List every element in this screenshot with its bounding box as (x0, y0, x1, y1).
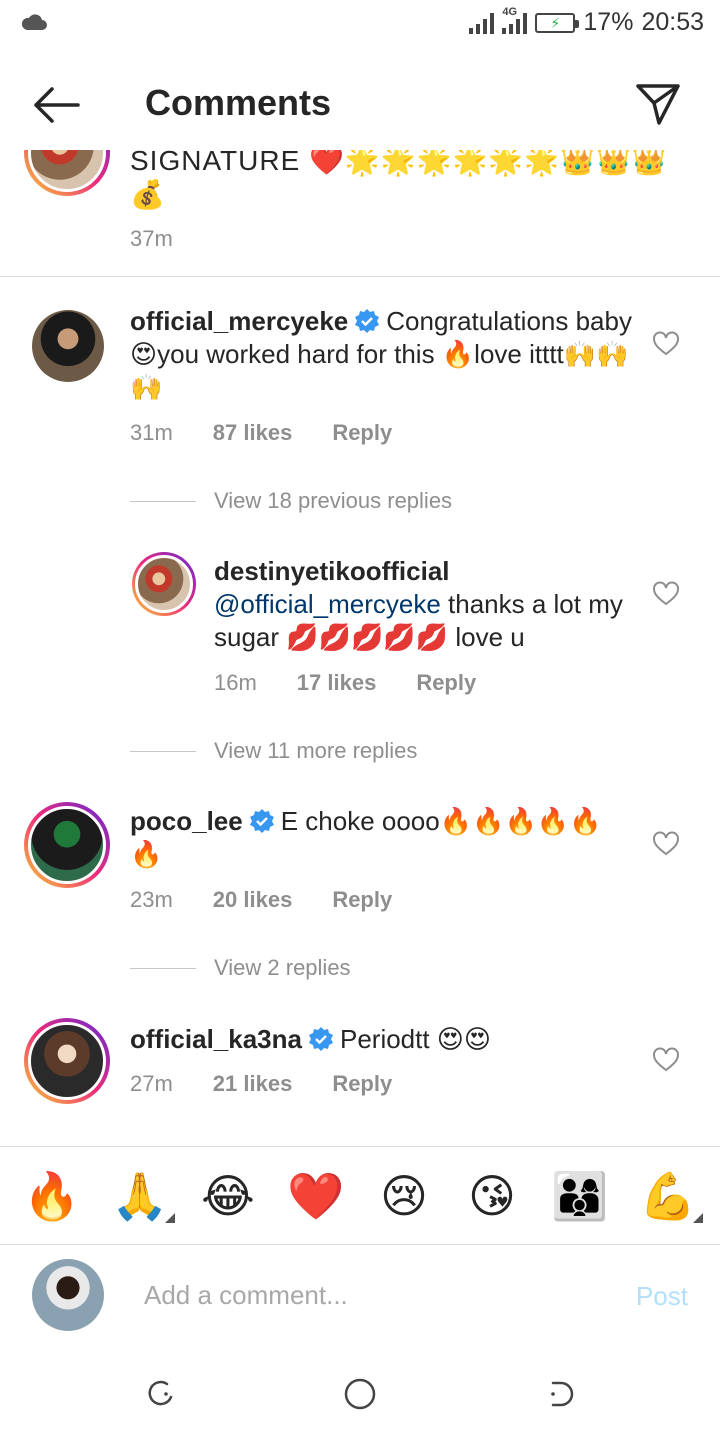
back-button[interactable] (26, 80, 86, 130)
like-heart-icon[interactable] (652, 830, 680, 858)
caption-text: SIGNATURE ❤️🌟🌟🌟🌟🌟🌟👑👑👑 💰 (130, 150, 668, 210)
verified-badge-icon (249, 809, 274, 833)
emoji-heart-button[interactable]: ❤️ (281, 1173, 351, 1219)
view-replies[interactable]: View 2 replies (130, 955, 351, 981)
header: Comments (0, 58, 720, 150)
cloud-icon (20, 12, 48, 37)
reply-button[interactable]: Reply (332, 887, 392, 913)
avatar[interactable] (32, 310, 104, 382)
my-avatar (32, 1259, 104, 1331)
verified-badge-icon (355, 309, 380, 333)
recents-icon (148, 1380, 173, 1406)
post-button[interactable]: Post (636, 1281, 688, 1312)
comment-time: 27m (130, 1071, 173, 1096)
mention-link[interactable]: @official_mercyeke (214, 589, 441, 619)
avatar[interactable] (132, 552, 196, 616)
home-button[interactable] (340, 1374, 380, 1414)
likes-count[interactable]: 87 likes (213, 420, 293, 446)
recent-apps-button[interactable] (140, 1374, 180, 1414)
emoji-laugh-button[interactable]: 😂 (193, 1173, 263, 1219)
like-heart-icon[interactable] (652, 580, 680, 608)
signal-icon (469, 12, 495, 34)
avatar[interactable] (24, 1018, 110, 1104)
page-title: Comments (145, 82, 332, 123)
view-previous-replies[interactable]: View 18 previous replies (130, 488, 452, 514)
caption-time: 37m (130, 226, 173, 251)
comment-input[interactable] (144, 1275, 604, 1315)
username[interactable]: official_ka3na (130, 1024, 302, 1054)
comment-composer: Post (0, 1244, 720, 1344)
comment-time: 31m (130, 420, 173, 445)
home-circle-icon (344, 1378, 376, 1410)
reply-button[interactable]: Reply (416, 670, 476, 696)
battery-percent: 17% (583, 8, 634, 36)
reply-button[interactable]: Reply (332, 1071, 392, 1097)
likes-count[interactable]: 20 likes (213, 887, 293, 913)
like-heart-icon[interactable] (652, 1046, 680, 1074)
emoji-cry-button[interactable]: 😢 (369, 1173, 439, 1219)
username[interactable]: destinyetikoofficial (214, 556, 450, 586)
comment-time: 16m (214, 670, 257, 695)
emoji-muscle-button[interactable]: 💪 (633, 1173, 703, 1223)
comment-meta: 27m 21 likes Reply (130, 1071, 392, 1097)
comments-list[interactable]: SIGNATURE ❤️🌟🌟🌟🌟🌟🌟👑👑👑 💰 37m official_mer… (0, 150, 720, 1145)
reply-button[interactable]: Reply (332, 420, 392, 446)
like-heart-icon[interactable] (652, 330, 680, 358)
likes-count[interactable]: 21 likes (213, 1071, 293, 1097)
back-gesture-icon (551, 1381, 574, 1407)
skin-tone-indicator (693, 1212, 703, 1223)
caption-author-avatar[interactable] (24, 150, 110, 196)
comment-text: official_ka3na Periodtt 😍😍 (130, 1024, 492, 1054)
likes-count[interactable]: 17 likes (297, 670, 377, 696)
emoji-fire-button[interactable]: 🔥 (17, 1173, 87, 1219)
comment-meta: 16m 17 likes Reply (214, 670, 476, 696)
emoji-family-button[interactable]: 👨‍👩‍👦 (545, 1173, 615, 1219)
skin-tone-indicator (165, 1212, 175, 1223)
comment-meta: 23m 20 likes Reply (130, 887, 392, 913)
emoji-kiss-button[interactable]: 😘 (457, 1173, 527, 1219)
mobile-data-icon: 4G (502, 6, 528, 34)
username[interactable]: poco_lee (130, 806, 243, 836)
system-nav-bar (0, 1344, 720, 1440)
comment-meta: 31m 87 likes Reply (130, 420, 392, 446)
share-button[interactable] (632, 78, 684, 130)
comment-text: destinyetikoofficial @official_mercyeke … (214, 556, 623, 652)
emoji-pray-button[interactable]: 🙏 (105, 1173, 175, 1223)
battery-charging-icon: ⚡ (535, 12, 580, 33)
comment-text: poco_lee E choke oooo🔥🔥🔥🔥🔥🔥 (130, 806, 602, 869)
verified-badge-icon (308, 1027, 333, 1051)
clock-time: 20:53 (641, 8, 704, 36)
view-more-replies[interactable]: View 11 more replies (130, 738, 417, 764)
status-bar: 4G ⚡ 17% 20:53 (0, 0, 720, 50)
divider (0, 276, 720, 277)
arrow-left-icon (34, 87, 80, 123)
system-back-button[interactable] (540, 1374, 580, 1414)
emoji-quick-bar: 🔥 🙏 😂 ❤️ 😢 😘 👨‍👩‍👦 💪 (0, 1146, 720, 1244)
comment-time: 23m (130, 887, 173, 912)
username[interactable]: official_mercyeke (130, 306, 348, 336)
comment-text: official_mercyeke Congratulations baby 😍y… (130, 306, 632, 402)
avatar[interactable] (24, 802, 110, 888)
paper-plane-icon (636, 84, 680, 125)
